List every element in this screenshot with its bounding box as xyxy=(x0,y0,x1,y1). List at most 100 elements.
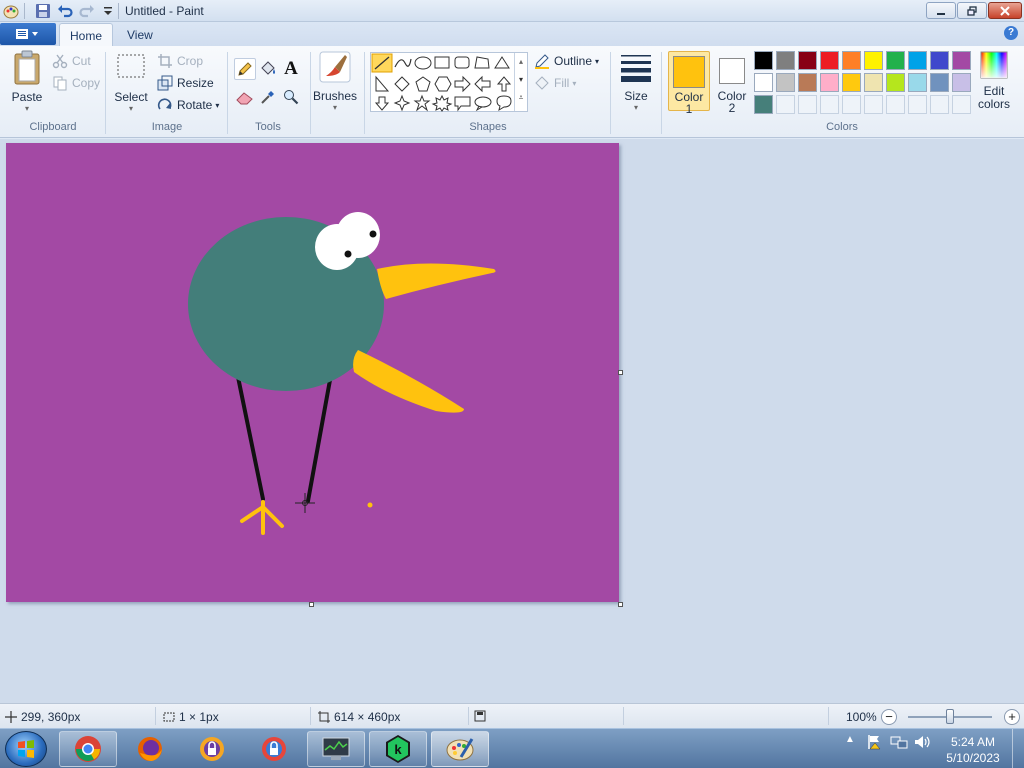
taskbar-vpn-browser-1[interactable] xyxy=(183,731,241,767)
restore-button[interactable] xyxy=(957,2,987,19)
redo-icon[interactable] xyxy=(79,3,95,19)
save-icon[interactable] xyxy=(35,3,51,19)
palette-color-swatch[interactable] xyxy=(886,73,905,92)
fill-button[interactable]: Fill ▾ xyxy=(534,73,576,93)
paint-app-icon[interactable] xyxy=(3,3,19,19)
paste-button[interactable]: Paste ▾ xyxy=(8,50,46,113)
network-icon[interactable] xyxy=(890,734,908,750)
start-button[interactable] xyxy=(5,731,47,767)
system-clock[interactable]: 5:24 AM 5/10/2023 xyxy=(938,734,1008,766)
zoom-slider-thumb[interactable] xyxy=(946,709,954,724)
palette-color-swatch[interactable] xyxy=(798,73,817,92)
paint-dot xyxy=(367,502,373,508)
palette-empty-slot[interactable] xyxy=(798,95,817,114)
cursor-position: 299, 360px xyxy=(5,710,80,724)
palette-color-swatch[interactable] xyxy=(864,51,883,70)
palette-color-swatch[interactable] xyxy=(908,73,927,92)
canvas-resize-handle-bottom[interactable] xyxy=(309,602,314,607)
palette-empty-slot[interactable] xyxy=(886,95,905,114)
palette-color-swatch[interactable] xyxy=(864,73,883,92)
status-separator xyxy=(623,707,624,725)
action-center-flag-icon[interactable] xyxy=(866,734,882,750)
palette-empty-slot[interactable] xyxy=(864,95,883,114)
palette-color-swatch[interactable] xyxy=(820,73,839,92)
palette-custom-color-swatch[interactable] xyxy=(754,95,773,114)
palette-color-swatch[interactable] xyxy=(820,51,839,70)
volume-icon[interactable] xyxy=(914,734,932,750)
cut-button[interactable]: Cut xyxy=(52,51,91,71)
canvas-resize-handle-right[interactable] xyxy=(618,370,623,375)
crop-button[interactable]: Crop xyxy=(157,51,203,71)
resize-button[interactable]: Resize xyxy=(157,73,214,93)
rotate-dropdown-arrow-icon: ▾ xyxy=(215,100,220,110)
edit-colors-button[interactable]: Edit colors xyxy=(974,50,1014,111)
palette-color-swatch[interactable] xyxy=(754,51,773,70)
shapes-expand-icon[interactable]: ⩡ xyxy=(515,89,527,107)
shapes-scrollbar[interactable]: ▴ ▾ ⩡ xyxy=(514,53,527,111)
palette-color-swatch[interactable] xyxy=(908,51,927,70)
palette-empty-slot[interactable] xyxy=(842,95,861,114)
paint-menu-button[interactable] xyxy=(0,23,56,45)
taskbar-kaspersky[interactable]: k xyxy=(369,731,427,767)
tab-view[interactable]: View xyxy=(117,23,163,46)
palette-color-swatch[interactable] xyxy=(776,51,795,70)
palette-color-swatch[interactable] xyxy=(798,51,817,70)
color-2-button[interactable]: Color 2 xyxy=(711,51,753,114)
palette-color-swatch[interactable] xyxy=(930,73,949,92)
drawing-canvas[interactable] xyxy=(6,143,619,602)
colors-group-label: Colors xyxy=(826,121,858,133)
cursor-position-icon xyxy=(5,711,17,723)
plus-icon: + xyxy=(1008,709,1016,724)
palette-color-swatch[interactable] xyxy=(930,51,949,70)
minimize-button[interactable] xyxy=(926,2,956,19)
outline-button[interactable]: Outline ▾ xyxy=(534,51,599,71)
zoom-in-button[interactable]: + xyxy=(1004,709,1020,725)
shapes-scroll-up-icon[interactable]: ▴ xyxy=(515,53,527,71)
palette-empty-slot[interactable] xyxy=(952,95,971,114)
show-hidden-icons-button[interactable]: ▲ xyxy=(845,734,855,745)
eraser-tool[interactable] xyxy=(234,86,256,108)
palette-color-swatch[interactable] xyxy=(952,73,971,92)
shapes-scroll-down-icon[interactable]: ▾ xyxy=(515,71,527,89)
palette-color-swatch[interactable] xyxy=(776,73,795,92)
fill-tool[interactable] xyxy=(257,58,279,80)
kaspersky-icon: k xyxy=(386,735,410,763)
palette-color-swatch[interactable] xyxy=(842,51,861,70)
palette-color-swatch[interactable] xyxy=(952,51,971,70)
palette-empty-slot[interactable] xyxy=(908,95,927,114)
taskbar-paint[interactable] xyxy=(431,731,489,767)
text-tool[interactable]: A xyxy=(280,58,302,80)
color-picker-tool[interactable] xyxy=(257,86,279,108)
show-desktop-button[interactable] xyxy=(1012,729,1024,768)
windows-logo-icon xyxy=(18,740,34,758)
taskbar-vpn-browser-2[interactable] xyxy=(245,731,303,767)
palette-empty-slot[interactable] xyxy=(820,95,839,114)
magnifier-tool[interactable] xyxy=(280,86,302,108)
taskbar-task-manager[interactable] xyxy=(307,731,365,767)
undo-icon[interactable] xyxy=(57,3,73,19)
palette-empty-slot[interactable] xyxy=(776,95,795,114)
close-button[interactable] xyxy=(988,2,1022,19)
palette-empty-slot[interactable] xyxy=(930,95,949,114)
shapes-gallery-icons xyxy=(371,53,512,112)
canvas-resize-handle-corner[interactable] xyxy=(618,602,623,607)
color-1-button[interactable]: Color 1 xyxy=(668,51,710,115)
taskbar-firefox[interactable] xyxy=(121,731,179,767)
copy-button[interactable]: Copy xyxy=(52,73,100,93)
palette-color-swatch[interactable] xyxy=(754,73,773,92)
taskbar-chrome[interactable] xyxy=(59,731,117,767)
palette-color-swatch[interactable] xyxy=(842,73,861,92)
size-button[interactable]: Size ▾ xyxy=(617,50,655,112)
palette-color-swatch[interactable] xyxy=(886,51,905,70)
pencil-tool[interactable] xyxy=(234,58,256,80)
rotate-button[interactable]: Rotate ▾ xyxy=(157,95,219,115)
customize-qat-icon[interactable] xyxy=(100,3,116,19)
tab-home[interactable]: Home xyxy=(59,23,114,46)
brushes-button[interactable]: Brushes ▾ xyxy=(313,50,357,112)
rotate-icon xyxy=(157,98,172,110)
help-icon[interactable]: ? xyxy=(1004,26,1018,40)
ribbon-separator xyxy=(227,52,228,134)
select-button[interactable]: Select ▾ xyxy=(113,50,149,113)
zoom-out-button[interactable]: − xyxy=(881,709,897,725)
crop-icon xyxy=(158,54,172,68)
